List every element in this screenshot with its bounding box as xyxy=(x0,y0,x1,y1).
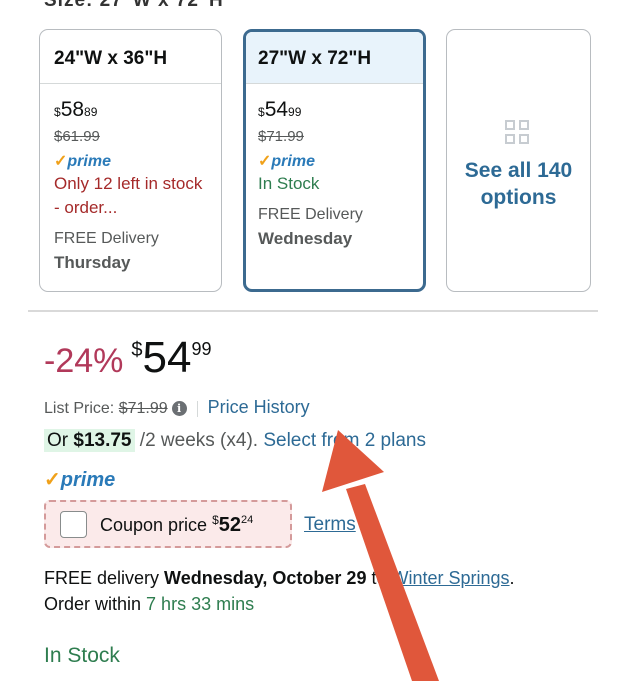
size-option-24x36[interactable]: 24"W x 36"H $5889 $61.99 ✓prime Only 12 … xyxy=(39,29,222,292)
option-list-price: $71.99 xyxy=(258,128,304,145)
option-delivery-label: FREE Delivery xyxy=(54,230,159,247)
deal-price: $5499 xyxy=(131,333,212,382)
see-all-options-button[interactable]: See all 140 options xyxy=(446,29,591,292)
delivery-location-link[interactable]: Winter Springs xyxy=(392,568,510,588)
list-price-value: $71.99 xyxy=(118,400,168,417)
option-price: $5499 xyxy=(258,98,302,121)
list-price-line: List Price: $71.99 i Price History xyxy=(44,397,310,418)
size-option-title: 24"W x 36"H xyxy=(40,30,221,84)
select-plans-link[interactable]: Select from 2 plans xyxy=(263,430,426,451)
grid-icon xyxy=(505,120,531,146)
order-countdown: 7 hrs 33 mins xyxy=(146,594,255,614)
info-icon[interactable]: i xyxy=(171,401,187,417)
size-option-title: 27"W x 72"H xyxy=(246,32,423,84)
prime-badge: ✓prime xyxy=(44,469,116,491)
list-price-label: List Price: xyxy=(44,400,115,417)
option-delivery-label: FREE Delivery xyxy=(258,206,363,223)
coupon-label: Coupon price $5224 xyxy=(100,513,254,536)
delivery-info: FREE delivery Wednesday, October 29 to W… xyxy=(44,568,515,614)
price-history-link[interactable]: Price History xyxy=(208,397,310,417)
size-label: Size: 27"W x 72"H xyxy=(44,0,224,11)
coupon-terms-link[interactable]: Terms xyxy=(304,514,356,536)
option-availability: Only 12 left in stock - order... xyxy=(54,174,203,217)
discount-percent: -24% xyxy=(44,342,124,380)
see-all-label: See all 140 options xyxy=(464,159,573,209)
delivery-date: Wednesday, October 29 xyxy=(164,568,367,588)
option-price: $5889 xyxy=(54,98,98,121)
installment-amount-badge: Or $13.75 xyxy=(44,429,135,452)
prime-badge: ✓prime xyxy=(258,153,315,170)
coupon-box[interactable]: Coupon price $5224 xyxy=(44,500,292,548)
separator xyxy=(196,400,198,417)
option-availability: In Stock xyxy=(258,174,320,193)
installment-terms: /2 weeks (x4). xyxy=(139,430,259,451)
section-divider xyxy=(28,310,598,312)
size-option-27x72[interactable]: 27"W x 72"H $5499 $71.99 ✓prime In Stock… xyxy=(243,29,426,292)
coupon-checkbox[interactable] xyxy=(60,511,87,538)
deal-price-block: -24% $5499 xyxy=(44,333,211,383)
installment-line: Or $13.75 /2 weeks (x4). Select from 2 p… xyxy=(44,429,426,452)
stock-status: In Stock xyxy=(44,644,120,667)
prime-check-icon: ✓ xyxy=(54,153,68,170)
option-delivery-day: Thursday xyxy=(54,253,131,272)
prime-badge: ✓prime xyxy=(54,153,111,170)
prime-check-icon: ✓ xyxy=(44,469,61,491)
option-list-price: $61.99 xyxy=(54,128,100,145)
prime-check-icon: ✓ xyxy=(258,153,272,170)
option-delivery-day: Wednesday xyxy=(258,229,353,248)
